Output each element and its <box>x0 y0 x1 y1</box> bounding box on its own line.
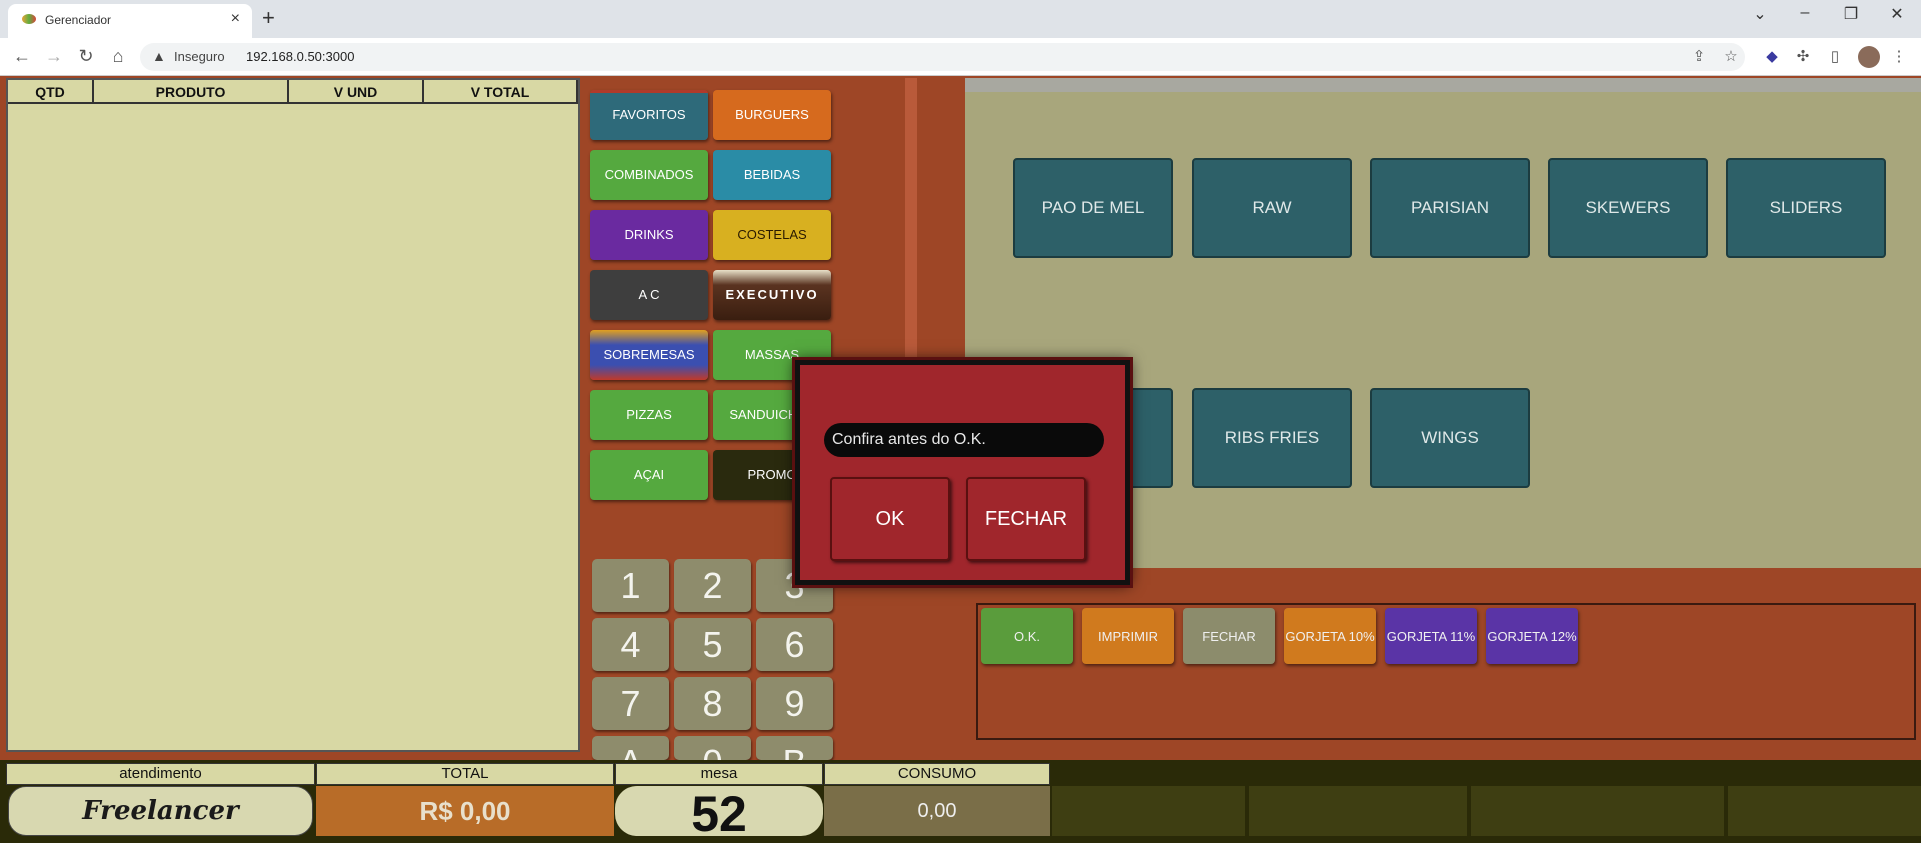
minimize-icon[interactable]: – <box>1790 4 1820 22</box>
mesa-value[interactable]: 52 <box>615 786 823 836</box>
category-drinks[interactable]: DRINKS <box>590 210 708 260</box>
url-text[interactable]: 192.168.0.50:3000 <box>246 49 354 64</box>
category-acai[interactable]: AÇAI <box>590 450 708 500</box>
col-header-produto: PRODUTO <box>94 80 289 104</box>
category-favoritos[interactable]: FAVORITOS <box>590 90 708 140</box>
window-close-icon[interactable]: ✕ <box>1882 4 1912 24</box>
col-header-qtd: QTD <box>8 80 94 104</box>
product-wings[interactable]: WINGS <box>1370 388 1530 488</box>
order-panel: QTD PRODUTO V UND V TOTAL <box>6 78 580 752</box>
category-burguers[interactable]: BURGUERS <box>713 90 831 140</box>
new-tab-icon[interactable]: + <box>262 5 275 31</box>
reload-icon[interactable]: ↻ <box>74 46 98 67</box>
footer-cell <box>1471 786 1726 836</box>
key-6[interactable]: 6 <box>756 618 833 671</box>
key-0[interactable]: 0 <box>674 736 751 760</box>
dialog-close-button[interactable]: FECHAR <box>966 477 1086 561</box>
close-action-button[interactable]: FECHAR <box>1183 608 1275 664</box>
atendimento-value[interactable]: Freelancer <box>8 786 313 836</box>
confirm-dialog: Confira antes do O.K. OK FECHAR <box>795 360 1130 585</box>
bookmark-star-icon[interactable]: ☆ <box>1720 47 1742 65</box>
menu-dots-icon[interactable]: ⋮ <box>1888 47 1910 65</box>
home-icon[interactable]: ⌂ <box>106 46 130 67</box>
key-7[interactable]: 7 <box>592 677 669 730</box>
tip-11-button[interactable]: GORJETA 11% <box>1385 608 1477 664</box>
total-label: TOTAL <box>316 763 614 785</box>
product-skewers[interactable]: SKEWERS <box>1548 158 1708 258</box>
key-8[interactable]: 8 <box>674 677 751 730</box>
address-bar[interactable]: ▲ Inseguro 192.168.0.50:3000 <box>140 43 1745 71</box>
key-5[interactable]: 5 <box>674 618 751 671</box>
consumo-label: CONSUMO <box>824 763 1050 785</box>
category-bebidas[interactable]: BEBIDAS <box>713 150 831 200</box>
mesa-label: mesa <box>615 763 823 785</box>
category-combinados[interactable]: COMBINADOS <box>590 150 708 200</box>
favicon-icon <box>22 14 36 24</box>
tip-12-button[interactable]: GORJETA 12% <box>1486 608 1578 664</box>
browser-tab[interactable]: Gerenciador × <box>8 4 252 38</box>
product-pao-de-mel[interactable]: PAO DE MEL <box>1013 158 1173 258</box>
browser-toolbar: ← → ↻ ⌂ ▲ Inseguro 192.168.0.50:3000 ⇪ ☆… <box>0 38 1921 76</box>
profile-avatar[interactable] <box>1858 46 1880 68</box>
total-value: R$ 0,00 <box>316 786 614 836</box>
key-a[interactable]: A <box>592 736 669 760</box>
category-pizzas[interactable]: PIZZAS <box>590 390 708 440</box>
ok-action-button[interactable]: O.K. <box>981 608 1073 664</box>
forward-icon[interactable]: → <box>42 46 66 67</box>
category-scrollbar[interactable] <box>905 78 917 358</box>
print-button[interactable]: IMPRIMIR <box>1082 608 1174 664</box>
back-icon[interactable]: ← <box>10 46 34 67</box>
tab-search-icon[interactable]: ⌄ <box>1745 4 1775 24</box>
product-parisian[interactable]: PARISIAN <box>1370 158 1530 258</box>
side-panel-icon[interactable]: ▯ <box>1824 47 1846 65</box>
atendimento-label: atendimento <box>6 763 315 785</box>
key-4[interactable]: 4 <box>592 618 669 671</box>
key-b[interactable]: B <box>756 736 833 760</box>
col-header-v-und: V UND <box>289 80 424 104</box>
category-executivo[interactable]: EXECUTIVO <box>713 270 831 320</box>
dialog-message: Confira antes do O.K. <box>824 423 1104 457</box>
key-9[interactable]: 9 <box>756 677 833 730</box>
category-ac[interactable]: A C <box>590 270 708 320</box>
key-2[interactable]: 2 <box>674 559 751 612</box>
extensions-puzzle-icon[interactable]: ✣ <box>1792 47 1814 65</box>
footer-cell <box>1052 786 1247 836</box>
footer-cell <box>1249 786 1469 836</box>
consumo-value: 0,00 <box>824 786 1050 836</box>
close-tab-icon[interactable]: × <box>231 10 240 28</box>
tip-10-button[interactable]: GORJETA 10% <box>1284 608 1376 664</box>
browser-tab-strip: Gerenciador × + ⌄ – ❐ ✕ <box>0 0 1921 38</box>
share-icon[interactable]: ⇪ <box>1688 47 1710 65</box>
product-raw[interactable]: RAW <box>1192 158 1352 258</box>
dialog-ok-button[interactable]: OK <box>830 477 950 561</box>
col-header-v-total: V TOTAL <box>424 80 578 104</box>
footer-cell <box>1728 786 1921 836</box>
tab-title: Gerenciador <box>45 13 112 27</box>
security-label[interactable]: Inseguro <box>174 49 225 64</box>
category-costelas[interactable]: COSTELAS <box>713 210 831 260</box>
key-1[interactable]: 1 <box>592 559 669 612</box>
product-sliders[interactable]: SLIDERS <box>1726 158 1886 258</box>
restore-icon[interactable]: ❐ <box>1836 4 1866 24</box>
warning-icon[interactable]: ▲ <box>152 48 166 64</box>
extension-icon[interactable]: ◆ <box>1761 47 1783 65</box>
category-sobremesas[interactable]: SOBREMESAS <box>590 330 708 380</box>
product-ribs-fries[interactable]: RIBS FRIES <box>1192 388 1352 488</box>
